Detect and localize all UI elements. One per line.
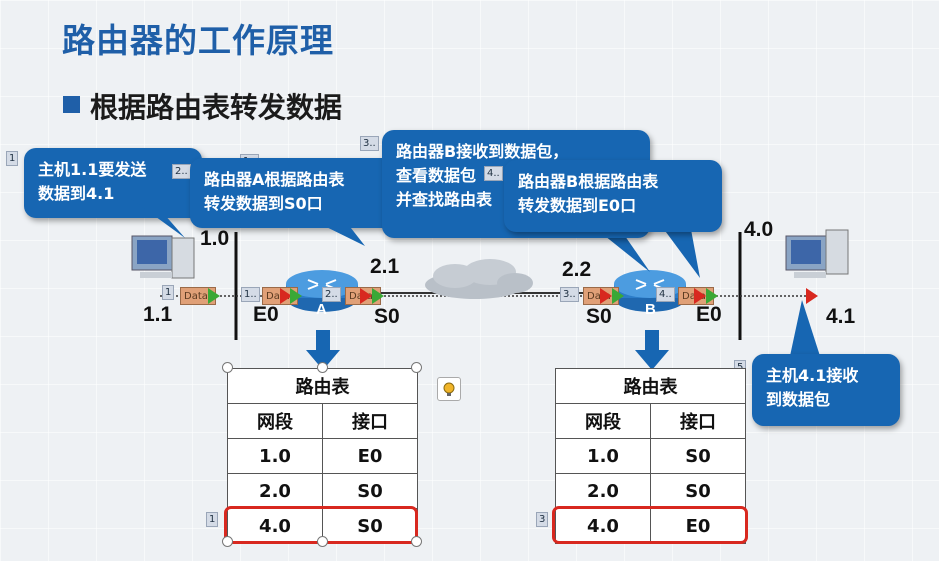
router-b-s0-label: S0 [586, 305, 612, 328]
arrow-down-b [635, 330, 669, 370]
packet-1-label: Data [184, 291, 208, 302]
link-left-label: 2.1 [370, 255, 400, 278]
host-left-label: 1.1 [143, 303, 173, 326]
step-tag-packet-1[interactable]: 1 [162, 285, 175, 300]
table-row: 2.0 S0 [555, 473, 746, 509]
table-b-header-segment: 网段 [555, 403, 651, 439]
step-tag-packet-2[interactable]: 1.. [241, 287, 260, 302]
step-tag-callout-2[interactable]: 2.. [172, 164, 191, 179]
table-b-caption: 路由表 [555, 368, 746, 404]
router-a-e0-label: E0 [253, 303, 279, 326]
selection-handle[interactable] [222, 536, 233, 547]
table-b-cell: S0 [650, 473, 746, 509]
selection-handle[interactable] [317, 536, 328, 547]
packet-1-arrow-icon [208, 288, 220, 304]
table-a-cell: S0 [322, 473, 418, 509]
callout-4: 路由器B根据路由表 转发数据到E0口 [504, 160, 722, 232]
table-a-caption: 路由表 [227, 368, 418, 404]
router-b-letter: B [645, 301, 656, 318]
router-a-s0-label: S0 [374, 305, 400, 328]
callout-5: 主机4.1接收 到数据包 [752, 354, 900, 426]
step-tag-packet-5[interactable]: 4.. [656, 287, 675, 302]
step-tag-table-b[interactable]: 3 [536, 512, 549, 527]
table-a-header-segment: 网段 [227, 403, 323, 439]
packet-5-red-arrow-icon [694, 288, 706, 304]
lightbulb-icon[interactable] [437, 377, 461, 401]
table-a-cell: 1.0 [227, 438, 323, 474]
router-a-letter: A [316, 301, 327, 318]
packet-5-arrow-icon [706, 288, 718, 304]
callout-5-line2: 到数据包 [766, 390, 831, 409]
step-tag-callout-3[interactable]: 3.. [360, 136, 379, 151]
callout-2-line2: 转发数据到S0口 [204, 194, 323, 213]
host-right-icon [785, 229, 849, 278]
router-b-e0-label: E0 [696, 303, 722, 326]
packet-3-red-arrow-icon [360, 288, 372, 304]
step-tag-callout-4[interactable]: 4.. [484, 166, 503, 181]
net-left-label: 1.0 [200, 227, 230, 250]
link-right-label: 2.2 [562, 258, 592, 281]
callout-4-line1: 路由器B根据路由表 [518, 172, 659, 191]
table-row: 1.0 E0 [227, 438, 418, 474]
step-tag-table-a[interactable]: 1 [206, 512, 219, 527]
packet-4-red-arrow-icon [600, 288, 612, 304]
arrived-packet-arrow-icon [806, 288, 818, 304]
host-left-icon [131, 235, 195, 279]
table-b-cell: 2.0 [555, 473, 651, 509]
network-diagram [131, 229, 849, 370]
callout-1: 主机1.1要发送 数据到4.1 [24, 148, 202, 218]
packet-2-arrow-icon [290, 288, 302, 304]
step-tag-callout-1[interactable]: 1 [6, 151, 19, 166]
packet-3-arrow-icon [372, 288, 384, 304]
host-right-label: 4.1 [826, 305, 856, 328]
net-right-label: 4.0 [744, 218, 774, 241]
step-tag-packet-4[interactable]: 3.. [560, 287, 579, 302]
callout-4-line2: 转发数据到E0口 [518, 196, 637, 215]
selection-handle[interactable] [222, 362, 233, 373]
selection-handle[interactable] [411, 536, 422, 547]
table-b-cell: S0 [650, 438, 746, 474]
packet-4-arrow-icon [612, 288, 624, 304]
table-a-cell: 2.0 [227, 473, 323, 509]
callout-1-line1: 主机1.1要发送 [38, 160, 147, 179]
table-a-header-interface: 接口 [322, 403, 418, 439]
table-b-cell: 1.0 [555, 438, 651, 474]
table-b-header-interface: 接口 [650, 403, 746, 439]
table-a-cell: E0 [322, 438, 418, 474]
step-tag-packet-3[interactable]: 2.. [322, 287, 341, 302]
callout-2: 路由器A根据路由表 转发数据到S0口 [190, 158, 396, 228]
table-row: 2.0 S0 [227, 473, 418, 509]
table-row: 1.0 S0 [555, 438, 746, 474]
callout-2-line1: 路由器A根据路由表 [204, 170, 345, 189]
callout-5-line1: 主机4.1接收 [766, 366, 859, 385]
table-b-highlight [552, 506, 748, 544]
callout-1-line2: 数据到4.1 [38, 184, 115, 203]
selection-handle[interactable] [411, 362, 422, 373]
selection-handle[interactable] [317, 362, 328, 373]
